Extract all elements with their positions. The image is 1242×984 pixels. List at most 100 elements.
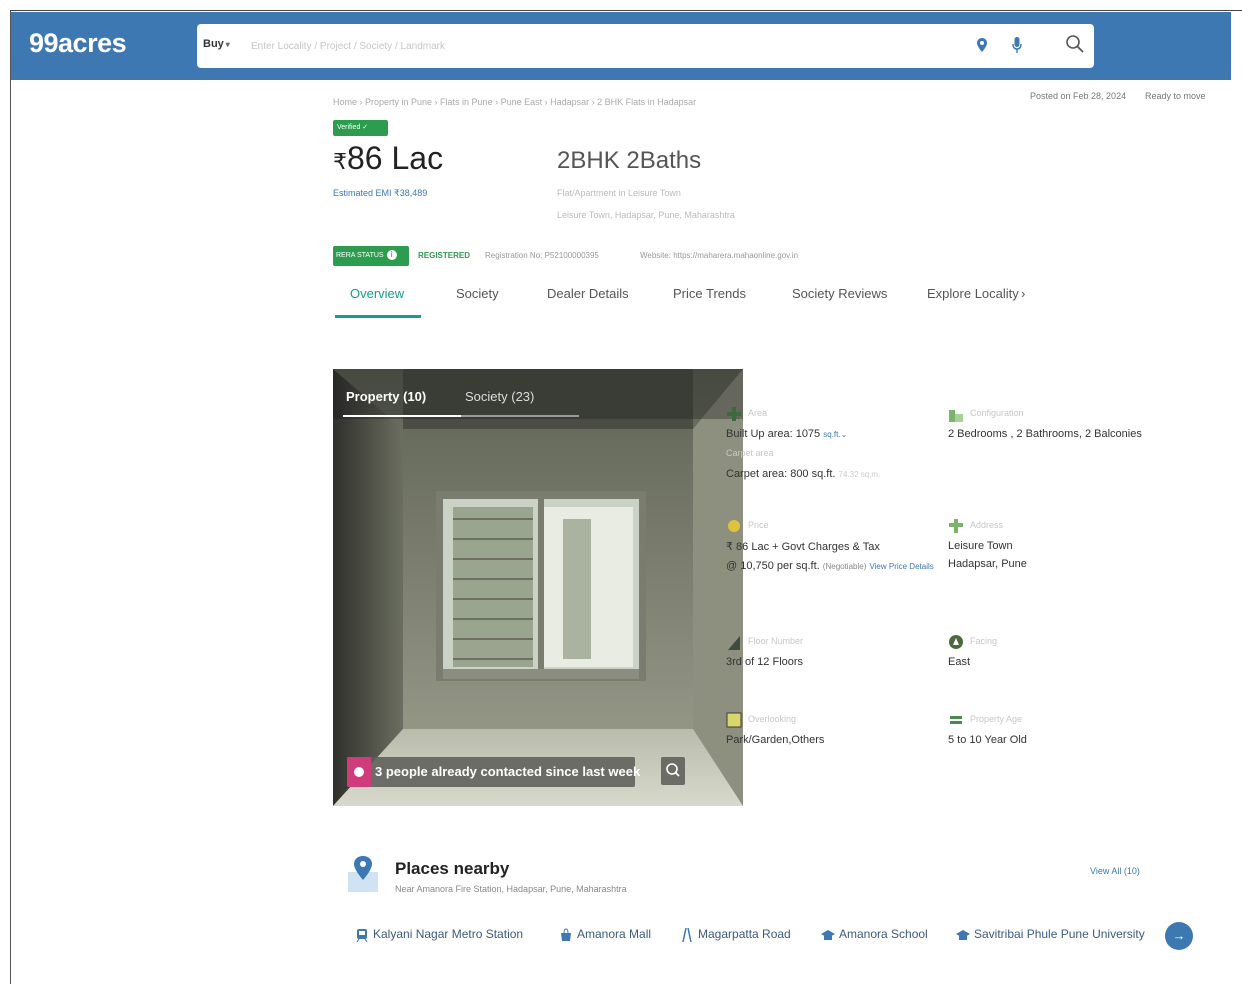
place-chip[interactable]: Amanora School — [821, 927, 928, 942]
contacted-text: 3 people already contacted since last we… — [375, 764, 641, 779]
price-tag-icon — [728, 520, 740, 532]
rera-registration-number: Registration No: P52100000395 — [485, 251, 599, 260]
view-price-details-link[interactable]: View Price Details — [869, 562, 933, 571]
hand-icon — [347, 757, 371, 787]
zoom-icon — [666, 763, 680, 777]
university-icon — [956, 929, 970, 940]
places-nearby-subtitle: Near Amanora Fire Station, Hadapsar, Pun… — [395, 884, 627, 894]
address-line1: Leisure Town — [948, 540, 1013, 552]
property-details: Area Built Up area: 1075 sq.ft.⌄ Carpet … — [726, 398, 1156, 758]
property-age-label: Property Age — [970, 714, 1023, 724]
floor-value: 3rd of 12 Floors — [726, 656, 804, 668]
address-line2: Hadapsar, Pune — [948, 558, 1027, 570]
rera-website[interactable]: Website: https://maharera.mahaonline.gov… — [640, 251, 798, 260]
address-label: Address — [970, 520, 1004, 530]
school-icon — [821, 929, 835, 940]
facing-value: East — [948, 656, 971, 668]
arrow-right-icon: → — [1172, 928, 1186, 943]
configuration-label: Configuration — [970, 408, 1024, 418]
search-icon[interactable] — [1065, 34, 1085, 54]
verified-badge: Verified ✓ — [333, 120, 388, 136]
info-icon[interactable]: i — [386, 250, 397, 261]
property-age-value: 5 to 10 Year Old — [948, 734, 1027, 746]
place-chip[interactable]: Savitribai Phule Pune University — [956, 927, 1145, 942]
road-icon — [682, 927, 692, 942]
area-icon — [727, 407, 741, 421]
buy-label: Buy — [203, 38, 224, 50]
view-all-places-link[interactable]: View All (10) — [1090, 866, 1140, 876]
tab-society-photos[interactable]: Society (23) — [465, 389, 534, 404]
price-per-sqft: @ 10,750 per sq.ft. (Negotiable) View Pr… — [726, 560, 934, 572]
price-amount: 86 Lac — [347, 140, 444, 176]
facing-label: Facing — [970, 636, 998, 646]
rera-status-badge[interactable]: RERA STATUS i — [333, 246, 409, 266]
chevron-down-icon: ▾ — [225, 40, 230, 49]
address-icon — [949, 519, 963, 533]
verified-label: Verified — [337, 124, 361, 131]
rera-registered: REGISTERED — [418, 251, 471, 260]
search-input[interactable] — [249, 34, 853, 58]
price-label: Price — [748, 520, 769, 530]
place-chip[interactable]: Kalyani Nagar Metro Station — [355, 927, 523, 942]
microphone-icon[interactable] — [1012, 37, 1022, 53]
place-chip[interactable]: Amanora Mall — [559, 927, 651, 942]
map-pin-icon — [348, 856, 378, 892]
posted-date: Posted on Feb 28, 2024 — [1030, 91, 1127, 101]
compass-icon — [949, 635, 963, 649]
next-places-button[interactable]: → — [1165, 922, 1193, 950]
shopping-icon — [561, 928, 571, 941]
rupee-symbol: ₹ — [333, 149, 347, 174]
area-label: Area — [748, 408, 768, 418]
building-age-icon — [950, 716, 962, 724]
site-logo[interactable]: 99acres — [29, 28, 127, 59]
place-chip[interactable]: Magarpatta Road — [680, 927, 791, 942]
window-border-top — [10, 10, 1242, 11]
emi-link[interactable]: Estimated EMI ₹38,489 — [333, 188, 427, 199]
tab-overview[interactable]: Overview — [350, 286, 404, 301]
room-photo — [333, 369, 743, 806]
photo-tab-indicator — [343, 415, 461, 417]
photo-tab-divider — [461, 415, 579, 417]
metro-icon — [356, 928, 368, 942]
property-address-line: Leisure Town, Hadapsar, Pune, Maharashtr… — [557, 210, 735, 220]
chevron-right-icon[interactable]: › — [1021, 286, 1025, 301]
property-config-title: 2BHK 2Baths — [557, 147, 702, 174]
property-subtitle: Flat/Apartment in Leisure Town — [557, 188, 681, 198]
top-header: 99acres Buy ▾ — [11, 12, 1231, 80]
search-bar: Buy ▾ — [197, 24, 1094, 68]
property-photo-gallery[interactable]: Property (10) Society (23) 3 people alre… — [333, 369, 743, 806]
nearby-places-list: Kalyani Nagar Metro Station Amanora Mall… — [355, 925, 1215, 949]
zoom-button[interactable] — [661, 757, 685, 785]
overlooking-value: Park/Garden,Others — [726, 734, 825, 746]
rera-badge-label: RERA STATUS — [336, 252, 384, 259]
overlooking-label: Overlooking — [748, 714, 797, 724]
tab-price-trends[interactable]: Price Trends — [673, 286, 746, 301]
buy-dropdown[interactable]: Buy ▾ — [203, 38, 230, 50]
tab-explore-locality[interactable]: Explore Locality — [927, 286, 1019, 301]
price: ₹86 Lac — [333, 140, 443, 177]
breadcrumb[interactable]: Home › Property in Pune › Flats in Pune … — [333, 97, 696, 107]
places-nearby-title: Places nearby — [395, 859, 510, 878]
price-value: ₹ 86 Lac + Govt Charges & Tax — [726, 541, 880, 553]
location-icon[interactable] — [977, 38, 987, 52]
configuration-value: 2 Bedrooms , 2 Bathrooms, 2 Balconies — [948, 428, 1142, 440]
active-tab-indicator — [335, 315, 421, 318]
carpet-area-label: Carpet area — [726, 448, 774, 458]
possession-status: Ready to move — [1145, 91, 1206, 101]
contacted-banner: 3 people already contacted since last we… — [347, 757, 640, 787]
window-border-left — [10, 10, 11, 984]
carpet-area: Carpet area: 800 sq.ft. 74.32 sq.m. — [726, 468, 881, 480]
tab-property-photos[interactable]: Property (10) — [346, 389, 426, 404]
tab-dealer-details[interactable]: Dealer Details — [547, 286, 629, 301]
tab-society-reviews[interactable]: Society Reviews — [792, 286, 887, 301]
tab-society[interactable]: Society — [456, 286, 499, 301]
unit-dropdown[interactable]: sq.ft. — [823, 430, 840, 439]
bed-icon — [949, 410, 963, 422]
chevron-down-icon[interactable]: ⌄ — [841, 430, 848, 439]
built-up-area: Built Up area: 1075 sq.ft.⌄ — [726, 428, 848, 440]
floor-icon — [728, 636, 740, 650]
floor-label: Floor Number — [748, 636, 804, 646]
photo-tabs: Property (10) Society (23) — [333, 369, 743, 419]
overlooking-icon — [726, 712, 742, 728]
section-tabs: Overview Society Dealer Details Price Tr… — [335, 284, 1035, 320]
